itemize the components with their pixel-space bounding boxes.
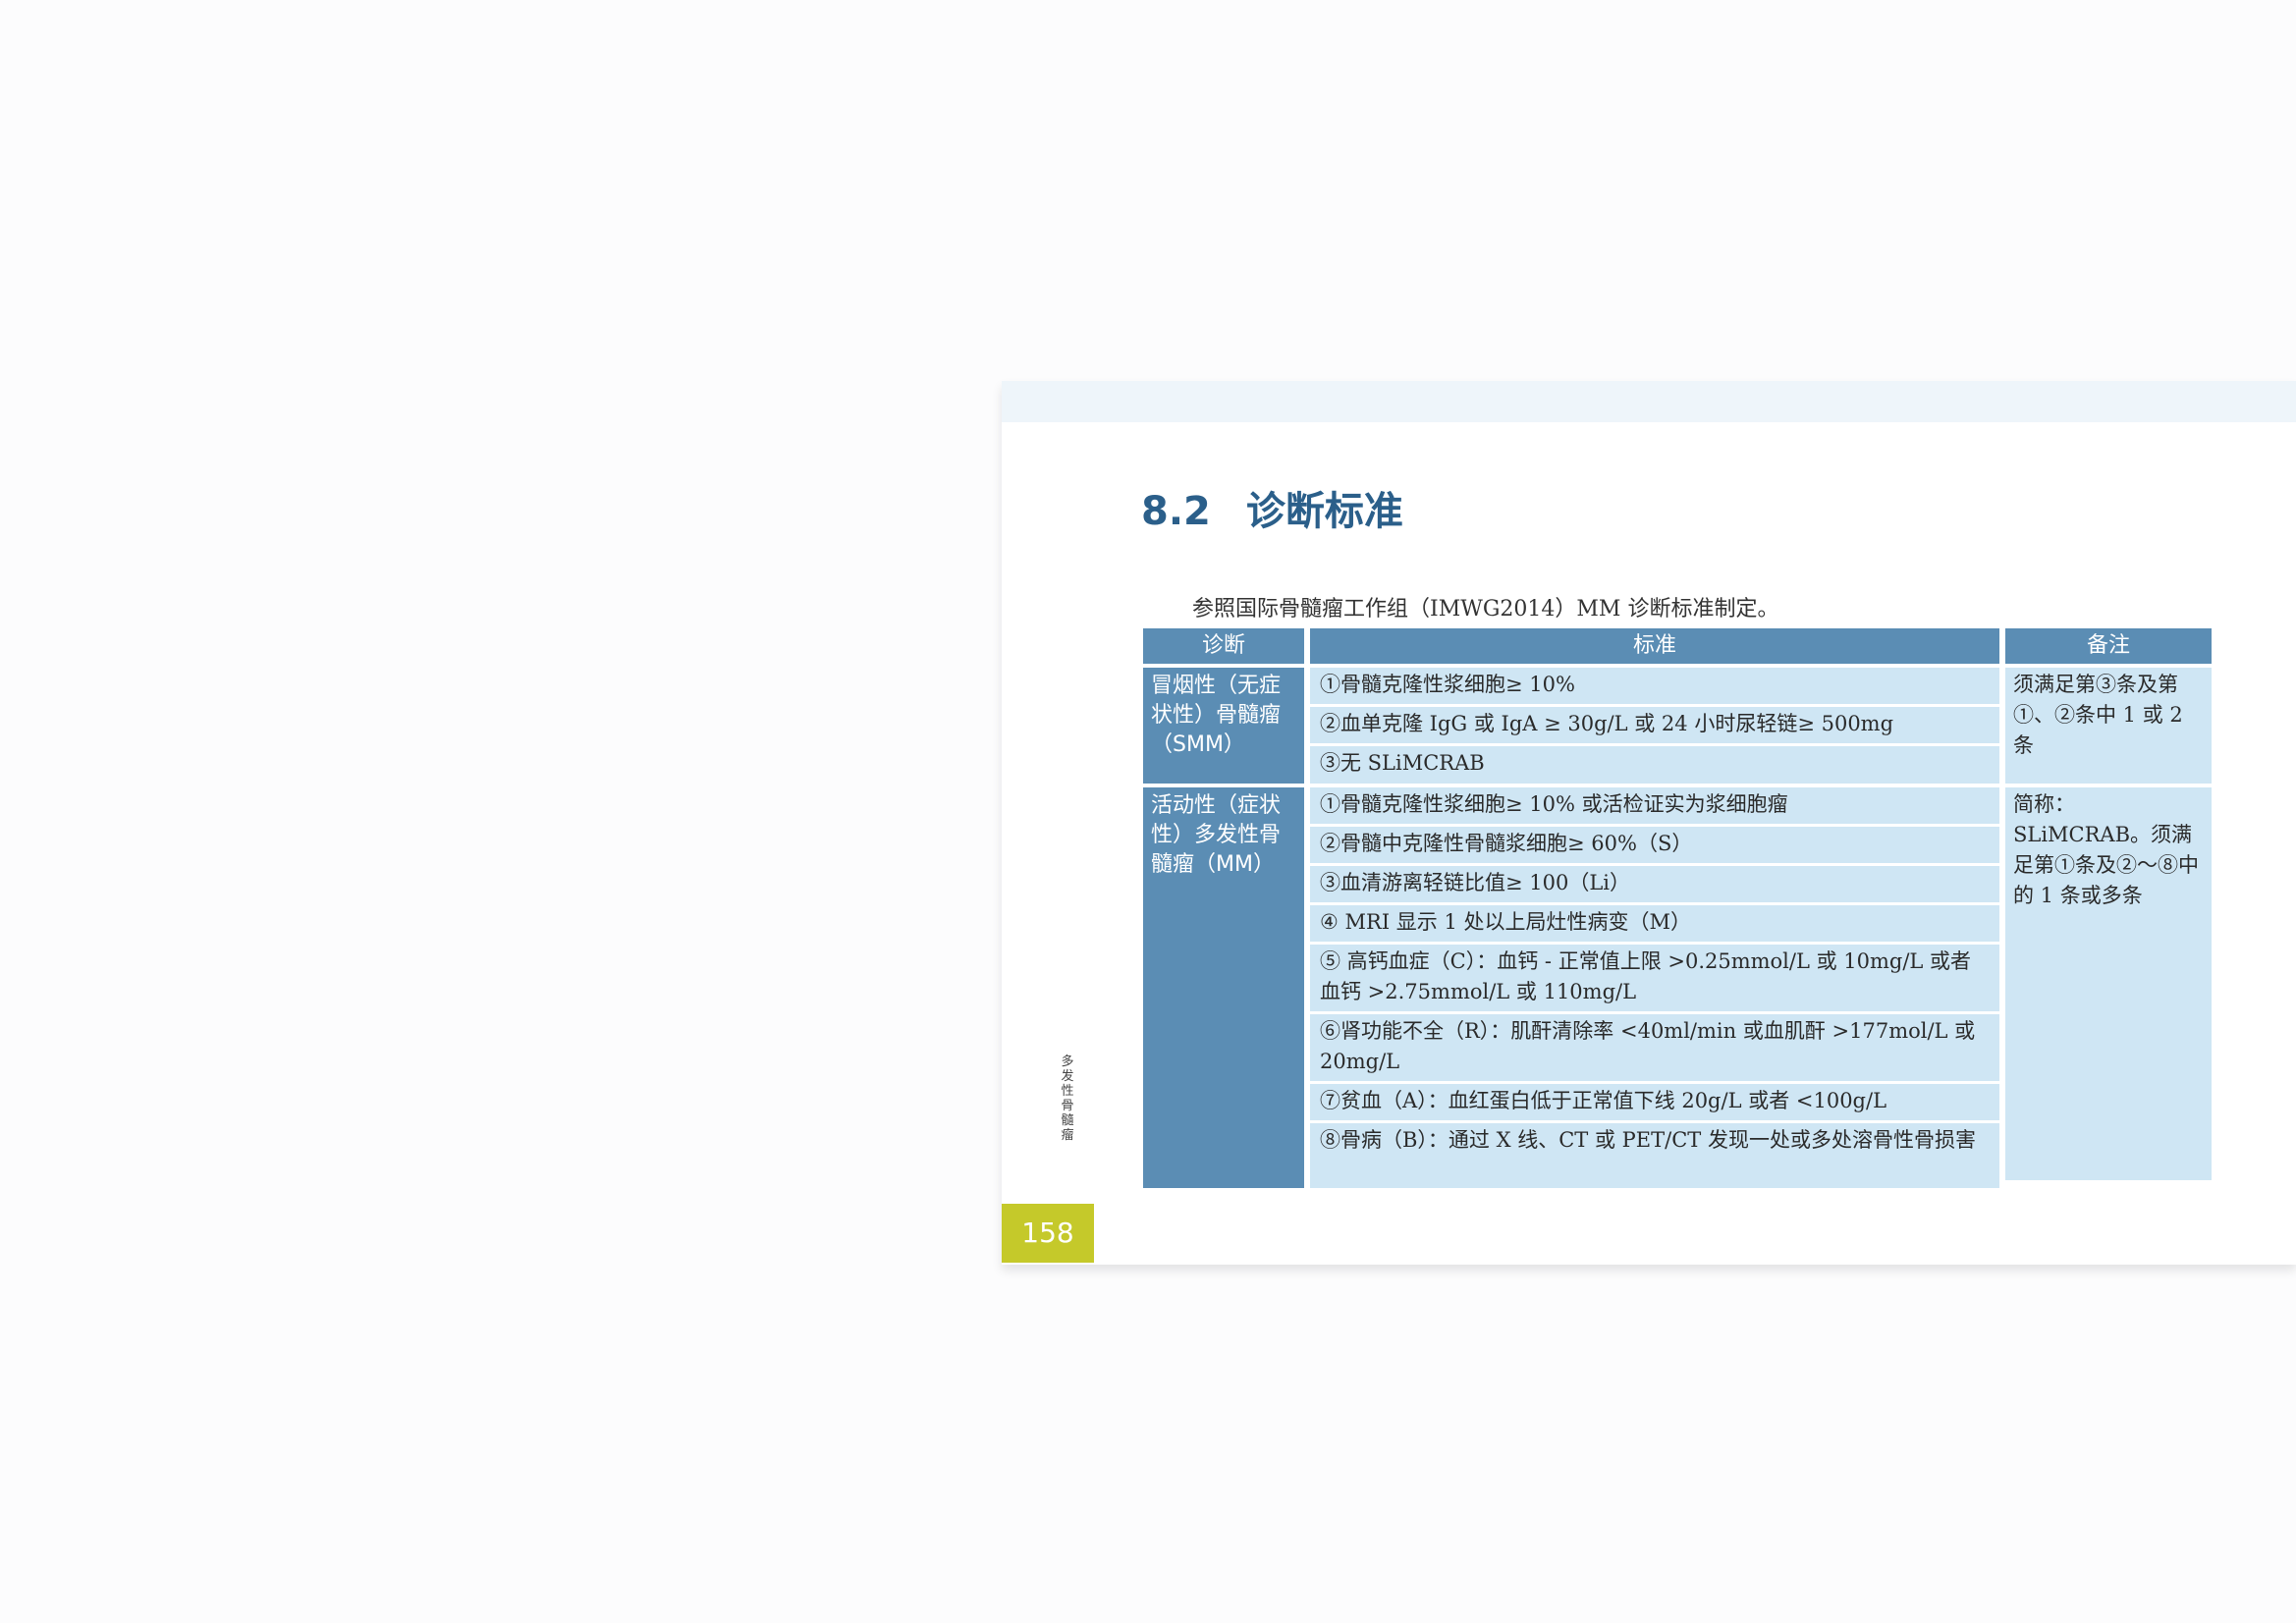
- intro-text: 参照国际骨髓瘤工作组（IMWG2014）MM 诊断标准制定。: [1192, 597, 1779, 622]
- criteria-row: ①骨髓克隆性浆细胞≥ 10% 或活检证实为浆细胞瘤: [1310, 787, 1999, 824]
- section-heading: 8.2 诊断标准: [1141, 479, 1403, 536]
- page-number: 158: [1002, 1204, 1094, 1263]
- header-notes: 备注: [2005, 628, 2212, 664]
- book-page: 8.2 诊断标准 参照国际骨髓瘤工作组（IMWG2014）MM 诊断标准制定。 诊…: [1002, 381, 2296, 1265]
- page-header-band: [1002, 381, 2296, 422]
- side-chapter-label: 多发性骨髓瘤: [1061, 1055, 1074, 1143]
- diagnosis-cell-mm: 活动性（症状性）多发性骨髓瘤（MM）: [1143, 787, 1304, 1188]
- criteria-row: ⑧骨病（B）：通过 X 线、CT 或 PET/CT 发现一处或多处溶骨性骨损害: [1310, 1123, 1999, 1188]
- header-criteria: 标准: [1310, 628, 1999, 664]
- diagnosis-criteria-table: 诊断 标准 备注 冒烟性（无症状性）骨髓瘤（SMM） ①骨髓克隆性浆细胞≥ 10…: [1143, 628, 2231, 1188]
- diagnosis-cell-smm: 冒烟性（无症状性）骨髓瘤（SMM）: [1143, 668, 1304, 784]
- criteria-row: ③无 SLiMCRAB: [1310, 746, 1999, 784]
- criteria-row: ⑥肾功能不全（R）：肌酐清除率 <40ml/min 或血肌酐 >177mol/L…: [1310, 1014, 1999, 1081]
- header-diagnosis: 诊断: [1143, 628, 1304, 664]
- section-number: 8.2: [1141, 489, 1211, 534]
- note-cell-smm: 须满足第③条及第①、②条中 1 或 2 条: [2005, 668, 2212, 784]
- criteria-row: ②血单克隆 IgG 或 IgA ≥ 30g/L 或 24 小时尿轻链≥ 500m…: [1310, 707, 1999, 743]
- section-title: 诊断标准: [1245, 489, 1403, 534]
- criteria-row: ①骨髓克隆性浆细胞≥ 10%: [1310, 668, 1999, 704]
- criteria-row: ②骨髓中克隆性骨髓浆细胞≥ 60%（S）: [1310, 827, 1999, 863]
- criteria-row: ⑤ 高钙血症（C）：血钙 - 正常值上限 >0.25mmol/L 或 10mg/…: [1310, 945, 1999, 1011]
- criteria-row: ④ MRI 显示 1 处以上局灶性病变（M）: [1310, 905, 1999, 942]
- criteria-row: ③血清游离轻链比值≥ 100（Li）: [1310, 866, 1999, 902]
- criteria-row: ⑦贫血（A）：血红蛋白低于正常值下线 20g/L 或者 <100g/L: [1310, 1084, 1999, 1120]
- note-cell-mm: 简称：SLiMCRAB。须满足第①条及②～⑧中的 1 条或多条: [2005, 787, 2212, 1180]
